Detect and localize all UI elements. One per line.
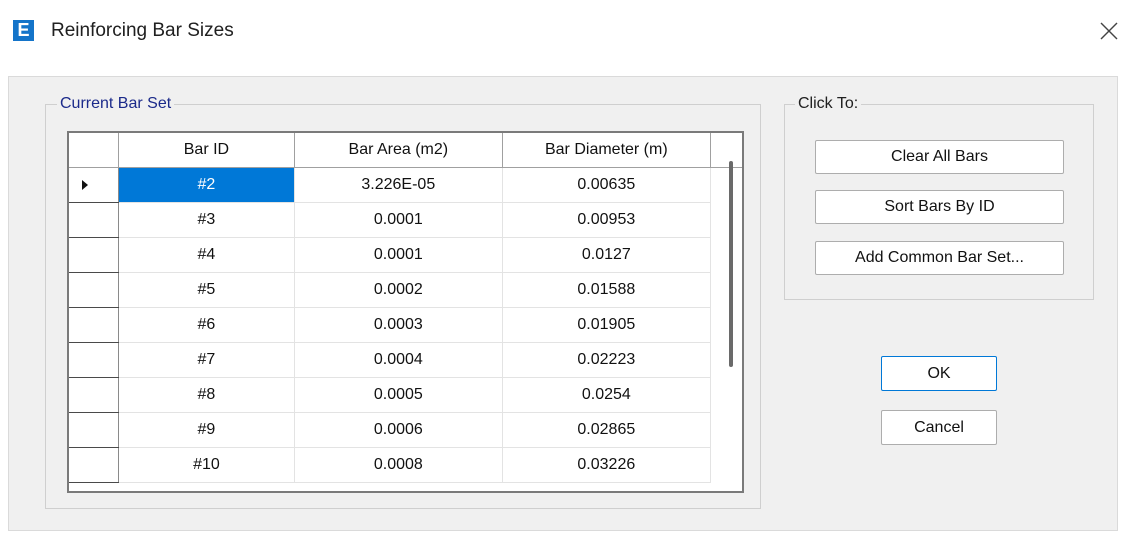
cell-bar-id[interactable]: #8	[118, 377, 295, 413]
window-title: Reinforcing Bar Sizes	[51, 20, 234, 41]
row-filler	[710, 168, 742, 203]
cell-bar-diameter[interactable]: 0.0127	[502, 237, 711, 273]
row-filler	[710, 238, 742, 273]
clear-all-bars-button[interactable]: Clear All Bars	[815, 140, 1064, 174]
row-filler	[710, 448, 742, 483]
table-row[interactable]: #3 0.0001 0.00953	[69, 202, 742, 238]
table-header-row: Bar ID Bar Area (m2) Bar Diameter (m)	[69, 133, 742, 168]
cell-bar-area[interactable]: 0.0005	[294, 377, 504, 413]
cell-bar-area[interactable]: 0.0004	[294, 342, 504, 378]
cell-bar-area[interactable]: 0.0001	[294, 237, 504, 273]
cell-bar-id[interactable]: #9	[118, 412, 295, 448]
bar-table: Bar ID Bar Area (m2) Bar Diameter (m) #2…	[69, 133, 742, 483]
table-row[interactable]: #4 0.0001 0.0127	[69, 237, 742, 273]
row-filler	[710, 378, 742, 413]
column-header-bar-id[interactable]: Bar ID	[118, 133, 295, 168]
row-filler	[710, 343, 742, 378]
close-icon[interactable]	[1098, 20, 1120, 42]
cell-bar-diameter[interactable]: 0.02865	[502, 412, 711, 448]
vertical-scrollbar[interactable]	[729, 161, 733, 367]
cell-bar-area[interactable]: 0.0006	[294, 412, 504, 448]
cell-bar-id[interactable]: #6	[118, 307, 295, 343]
etabs-app-icon: E	[13, 20, 34, 41]
table-row[interactable]: #10 0.0008 0.03226	[69, 447, 742, 483]
column-header-bar-diameter[interactable]: Bar Diameter (m)	[502, 133, 711, 168]
current-bar-set-legend: Current Bar Set	[57, 94, 175, 114]
row-header[interactable]	[69, 167, 120, 203]
row-filler	[710, 413, 742, 448]
row-header[interactable]	[69, 412, 120, 448]
cell-bar-diameter[interactable]: 0.00953	[502, 202, 711, 238]
cell-bar-id[interactable]: #7	[118, 342, 295, 378]
table-row[interactable]: #6 0.0003 0.01905	[69, 307, 742, 343]
reinforcing-bar-sizes-dialog: E Reinforcing Bar Sizes Current Bar Set …	[0, 0, 1140, 539]
cell-bar-diameter[interactable]: 0.01588	[502, 272, 711, 308]
cell-bar-id[interactable]: #3	[118, 202, 295, 238]
cell-bar-diameter[interactable]: 0.0254	[502, 377, 711, 413]
table-row[interactable]: #5 0.0002 0.01588	[69, 272, 742, 308]
cell-bar-area[interactable]: 0.0003	[294, 307, 504, 343]
cell-bar-diameter[interactable]: 0.02223	[502, 342, 711, 378]
row-header-corner	[69, 133, 120, 168]
current-row-pointer-icon	[82, 180, 88, 190]
row-filler	[710, 203, 742, 238]
cancel-button[interactable]: Cancel	[881, 410, 997, 445]
cell-bar-id[interactable]: #5	[118, 272, 295, 308]
cell-bar-area[interactable]: 0.0001	[294, 202, 504, 238]
row-header[interactable]	[69, 272, 120, 308]
cell-bar-area[interactable]: 0.0008	[294, 447, 504, 483]
cell-bar-area[interactable]: 0.0002	[294, 272, 504, 308]
row-header[interactable]	[69, 237, 120, 273]
cell-bar-id[interactable]: #10	[118, 447, 295, 483]
bar-set-grid[interactable]: Bar ID Bar Area (m2) Bar Diameter (m) #2…	[67, 131, 744, 493]
cell-bar-area[interactable]: 3.226E-05	[294, 167, 504, 203]
table-row[interactable]: #2 3.226E-05 0.00635	[69, 167, 742, 203]
cell-bar-id[interactable]: #4	[118, 237, 295, 273]
cell-bar-id[interactable]: #2	[118, 167, 295, 203]
cell-bar-diameter[interactable]: 0.03226	[502, 447, 711, 483]
row-header[interactable]	[69, 202, 120, 238]
click-to-legend: Click To:	[795, 94, 862, 114]
add-common-bar-set-button[interactable]: Add Common Bar Set...	[815, 241, 1064, 275]
row-header[interactable]	[69, 377, 120, 413]
table-row[interactable]: #9 0.0006 0.02865	[69, 412, 742, 448]
sort-bars-by-id-button[interactable]: Sort Bars By ID	[815, 190, 1064, 224]
row-header[interactable]	[69, 342, 120, 378]
cell-bar-diameter[interactable]: 0.01905	[502, 307, 711, 343]
row-filler	[710, 308, 742, 343]
table-row[interactable]: #8 0.0005 0.0254	[69, 377, 742, 413]
header-filler	[710, 133, 742, 168]
title-bar[interactable]: E Reinforcing Bar Sizes	[0, 0, 1140, 62]
row-filler	[710, 273, 742, 308]
ok-button[interactable]: OK	[881, 356, 997, 391]
column-header-bar-area[interactable]: Bar Area (m2)	[294, 133, 504, 168]
table-row[interactable]: #7 0.0004 0.02223	[69, 342, 742, 378]
cell-bar-diameter[interactable]: 0.00635	[502, 167, 711, 203]
row-header[interactable]	[69, 307, 120, 343]
row-header[interactable]	[69, 447, 120, 483]
